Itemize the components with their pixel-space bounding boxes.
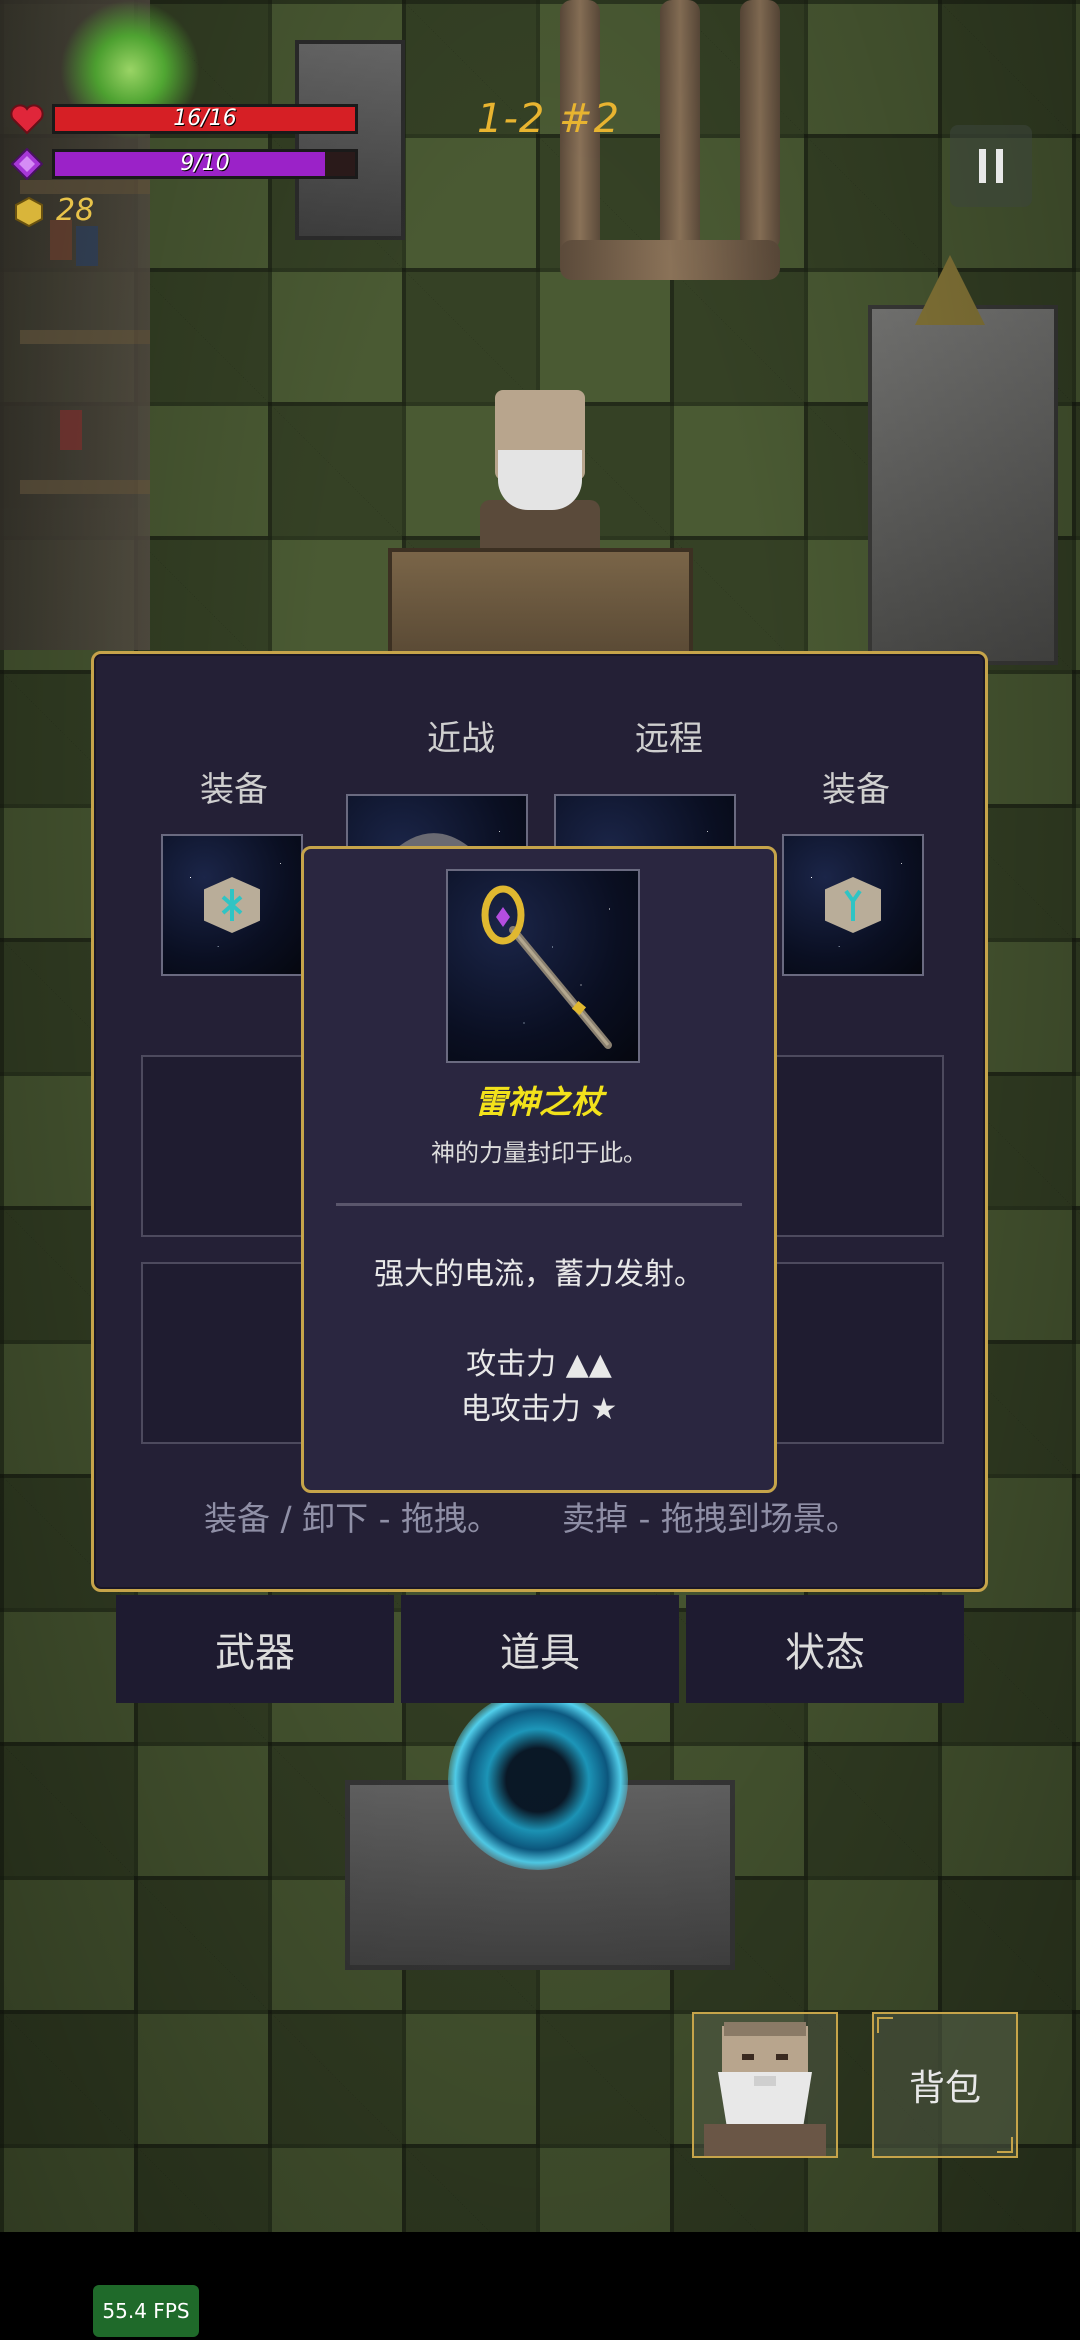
coin-count: 28 [56, 193, 95, 228]
tab-items[interactable]: 道具 [401, 1595, 679, 1703]
divider [336, 1203, 742, 1206]
machine [295, 40, 405, 240]
pause-icon [979, 149, 986, 183]
heart-icon [10, 102, 44, 136]
character-portrait-button[interactable] [692, 2012, 838, 2158]
melee-label: 近战 [427, 719, 495, 759]
level-indicator: 1-2 #2 [477, 96, 621, 142]
item-stat-attack: 攻击力 ▲▲ [466, 1347, 612, 1382]
right-equip-slot[interactable] [782, 834, 924, 976]
equip-hint: 装备 / 卸下 - 拖拽。 [204, 1499, 500, 1538]
item-name: 雷神之杖 [474, 1083, 603, 1121]
item-stat-electric: 电攻击力 ★ [460, 1392, 618, 1427]
pause-button[interactable] [950, 125, 1032, 207]
mana-crystal-icon [10, 147, 44, 181]
rune-stone-icon [825, 877, 881, 933]
left-equip-slot[interactable] [161, 834, 303, 976]
mana-text: 9/10 [180, 151, 230, 176]
fps-counter: 55.4 FPS [93, 2285, 199, 2337]
backpack-button[interactable]: 背包 [872, 2012, 1018, 2158]
inventory-slot[interactable] [762, 1262, 944, 1444]
tab-weapons[interactable]: 武器 [116, 1595, 394, 1703]
rune-stone-icon [204, 877, 260, 933]
right-equip-label: 装备 [822, 770, 890, 810]
item-preview [446, 869, 640, 1063]
item-tooltip: 雷神之杖 神的力量封印于此。 强大的电流，蓄力发射。 攻击力 ▲▲ 电攻击力 ★ [301, 846, 777, 1493]
coin-icon [12, 195, 46, 229]
ranged-label: 远程 [635, 719, 703, 759]
item-flavor-text: 神的力量封印于此。 [431, 1139, 647, 1167]
shop-counter [388, 548, 693, 658]
left-equip-label: 装备 [200, 770, 268, 810]
sell-hint: 卖掉 - 拖拽到场景。 [562, 1499, 859, 1538]
mana-bar: 9/10 [52, 149, 358, 179]
item-description: 强大的电流，蓄力发射。 [374, 1257, 704, 1292]
inventory-slot[interactable] [762, 1055, 944, 1237]
thunder-staff-icon [481, 885, 612, 1049]
tab-status[interactable]: 状态 [686, 1595, 964, 1703]
health-text: 16/16 [173, 106, 237, 131]
wizard-avatar [704, 2022, 826, 2156]
shopkeeper-npc[interactable] [470, 390, 610, 560]
side-table [868, 305, 1058, 665]
inventory-slot[interactable] [141, 1262, 323, 1444]
portal[interactable] [448, 1690, 628, 1870]
inventory-slot[interactable] [141, 1055, 323, 1237]
health-bar: 16/16 [52, 104, 358, 134]
